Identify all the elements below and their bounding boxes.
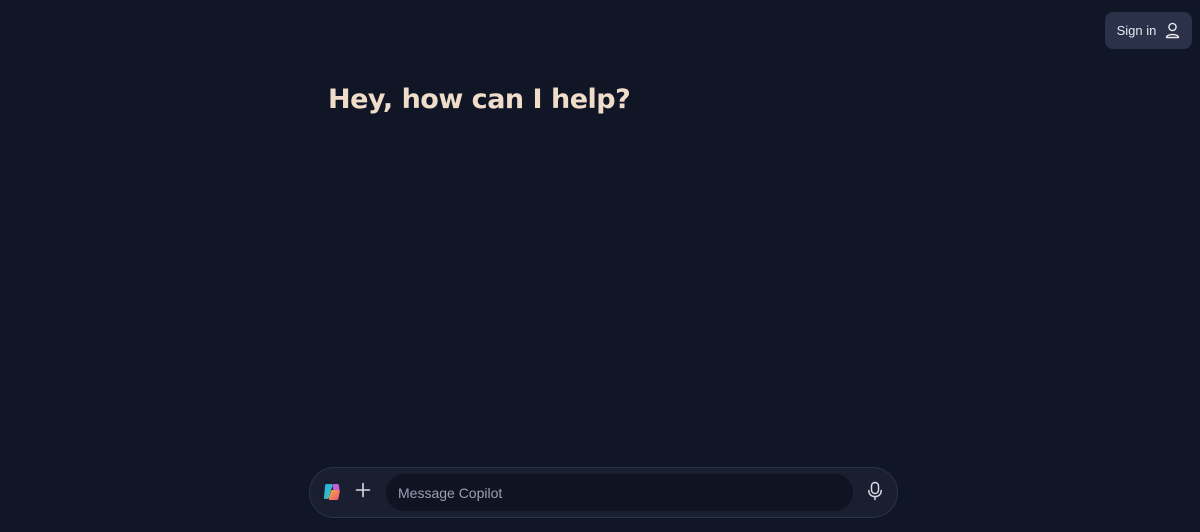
user-icon xyxy=(1165,22,1180,39)
copilot-page: Sign in Hey, how can I help? xyxy=(0,0,1200,532)
microphone-icon xyxy=(867,481,883,506)
sign-in-button[interactable]: Sign in xyxy=(1105,12,1192,49)
add-attachment-button[interactable] xyxy=(352,480,374,504)
plus-icon xyxy=(355,482,371,503)
sign-in-label: Sign in xyxy=(1116,23,1157,38)
greeting-heading: Hey, how can I help? xyxy=(328,84,631,115)
message-composer xyxy=(309,467,898,518)
microphone-button[interactable] xyxy=(863,481,887,505)
message-input[interactable] xyxy=(386,474,853,511)
copilot-logo-icon xyxy=(322,482,342,502)
